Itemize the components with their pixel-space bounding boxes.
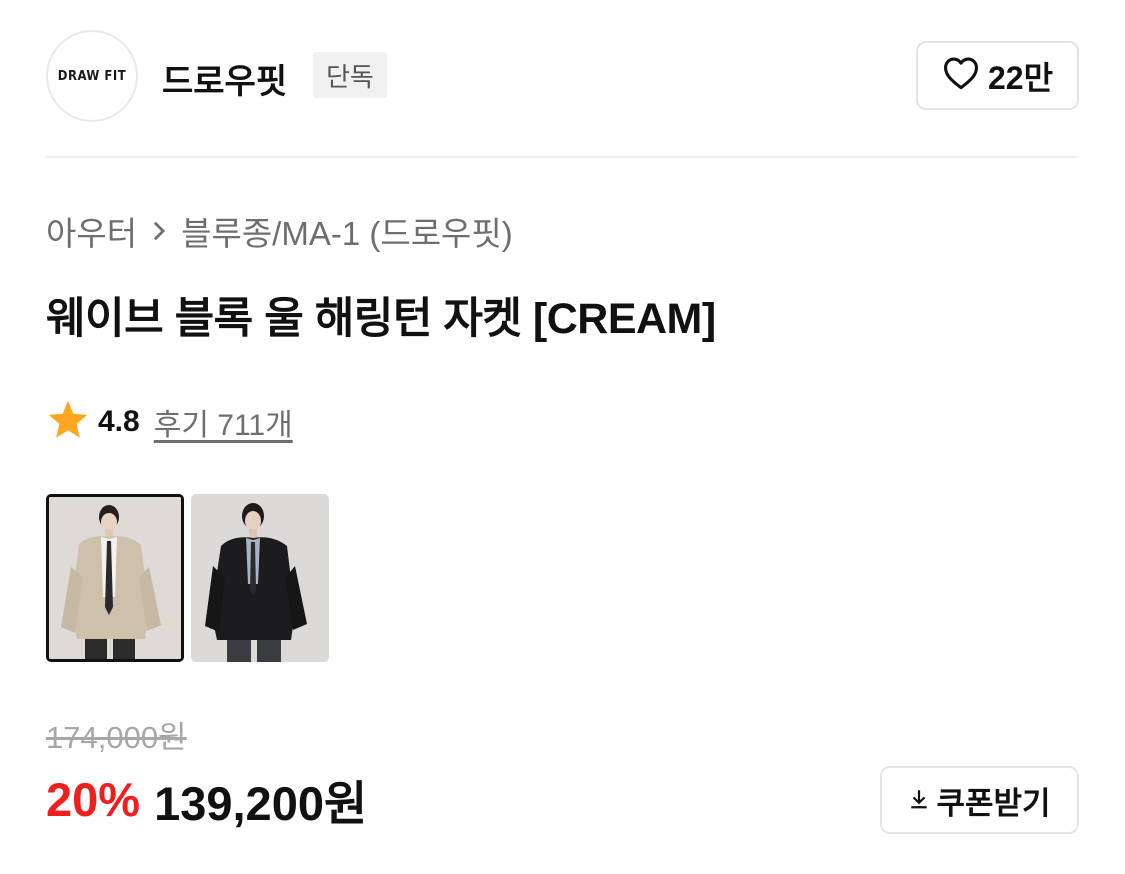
heart-icon — [942, 56, 980, 95]
price-row: 20% 139,200원 — [46, 768, 367, 830]
brand-logo[interactable]: DRAW FIT — [46, 30, 138, 122]
product-title: 웨이브 블록 울 해링턴 자켓 [CREAM] — [46, 295, 716, 343]
breadcrumb: 아우터 블루종/MA-1 (드로우핏) — [46, 208, 513, 254]
like-count: 22만 — [987, 59, 1054, 96]
brand-name[interactable]: 드로우핏 — [162, 54, 287, 103]
black-jacket-photo — [191, 494, 329, 662]
review-count-link[interactable]: 후기 711개 — [154, 400, 293, 444]
brand-header: DRAW FIT 드로우핏 단독 22만 — [46, 30, 1079, 122]
divider — [46, 156, 1079, 158]
chevron-right-icon — [151, 220, 167, 242]
rating-row: 4.8 후기 711개 — [46, 398, 293, 446]
rating-score: 4.8 — [98, 405, 140, 438]
coupon-label: 쿠폰받기 — [936, 785, 1051, 821]
breadcrumb-item-blouson[interactable]: 블루종/MA-1 (드로우핏) — [181, 207, 513, 255]
coupon-download-button[interactable]: 쿠폰받기 — [880, 766, 1079, 834]
download-icon — [908, 782, 930, 818]
product-detail-page: DRAW FIT 드로우핏 단독 22만 아우터 블루종/MA-1 (드로우핏)… — [0, 0, 1125, 874]
thumbnail-black[interactable] — [191, 494, 329, 662]
original-price: 174,000원 — [46, 720, 187, 755]
star-icon — [46, 398, 90, 447]
like-button[interactable]: 22만 — [916, 41, 1079, 110]
thumbnail-cream[interactable] — [46, 494, 184, 662]
exclusive-badge: 단독 — [313, 52, 387, 98]
sale-price: 139,200원 — [154, 776, 368, 830]
thumbnail-list — [46, 494, 329, 662]
cream-jacket-photo — [49, 497, 181, 659]
breadcrumb-item-outer[interactable]: 아우터 — [46, 207, 137, 255]
discount-rate: 20% — [46, 772, 141, 826]
